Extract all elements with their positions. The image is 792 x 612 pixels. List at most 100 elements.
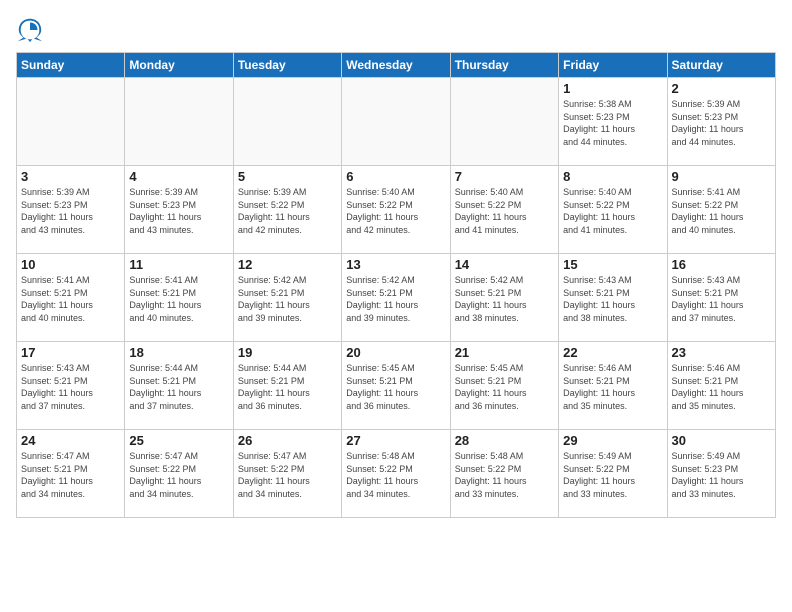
calendar-cell: 5 Sunrise: 5:39 AM Sunset: 5:22 PM Daylig… bbox=[233, 166, 341, 254]
weekday-header-friday: Friday bbox=[559, 53, 667, 78]
calendar-cell: 18Sunrise: 5:44 AM Sunset: 5:21 PM Dayli… bbox=[125, 342, 233, 430]
day-number: 26 bbox=[238, 433, 337, 448]
day-number: 10 bbox=[21, 257, 120, 272]
week-row-3: 10 Sunrise: 5:41 AM Sunset: 5:21 PM Dayli… bbox=[17, 254, 776, 342]
day-info: Sunrise: 5:47 AM Sunset: 5:22 PM Dayligh… bbox=[238, 450, 337, 500]
calendar-cell: 27 Sunrise: 5:48 AM Sunset: 5:22 PM Dayli… bbox=[342, 430, 450, 518]
weekday-header-thursday: Thursday bbox=[450, 53, 558, 78]
day-info: Sunrise: 5:40 AM Sunset: 5:22 PM Dayligh… bbox=[346, 186, 445, 236]
calendar-cell: 9 Sunrise: 5:41 AM Sunset: 5:22 PM Daylig… bbox=[667, 166, 775, 254]
day-info: Sunrise: 5:48 AM Sunset: 5:22 PM Dayligh… bbox=[346, 450, 445, 500]
day-number: 12 bbox=[238, 257, 337, 272]
day-number: 27 bbox=[346, 433, 445, 448]
day-info: Sunrise: 5:39 AM Sunset: 5:23 PM Dayligh… bbox=[672, 98, 771, 148]
day-info: Sunrise: 5:42 AM Sunset: 5:21 PM Dayligh… bbox=[455, 274, 554, 324]
day-info: Sunrise: 5:45 AM Sunset: 5:21 PM Dayligh… bbox=[455, 362, 554, 412]
day-info: Sunrise: 5:40 AM Sunset: 5:22 PM Dayligh… bbox=[455, 186, 554, 236]
day-number: 17 bbox=[21, 345, 120, 360]
day-info: Sunrise: 5:41 AM Sunset: 5:22 PM Dayligh… bbox=[672, 186, 771, 236]
calendar-cell: 26 Sunrise: 5:47 AM Sunset: 5:22 PM Dayli… bbox=[233, 430, 341, 518]
logo bbox=[16, 16, 48, 44]
day-info: Sunrise: 5:45 AM Sunset: 5:21 PM Dayligh… bbox=[346, 362, 445, 412]
day-info: Sunrise: 5:42 AM Sunset: 5:21 PM Dayligh… bbox=[238, 274, 337, 324]
weekday-header-wednesday: Wednesday bbox=[342, 53, 450, 78]
day-info: Sunrise: 5:42 AM Sunset: 5:21 PM Dayligh… bbox=[346, 274, 445, 324]
calendar-cell: 21 Sunrise: 5:45 AM Sunset: 5:21 PM Dayli… bbox=[450, 342, 558, 430]
calendar-cell: 30 Sunrise: 5:49 AM Sunset: 5:23 PM Dayli… bbox=[667, 430, 775, 518]
calendar-cell: 22Sunrise: 5:46 AM Sunset: 5:21 PM Dayli… bbox=[559, 342, 667, 430]
page-container: SundayMondayTuesdayWednesdayThursdayFrid… bbox=[0, 0, 792, 526]
day-number: 3 bbox=[21, 169, 120, 184]
calendar-cell: 12 Sunrise: 5:42 AM Sunset: 5:21 PM Dayli… bbox=[233, 254, 341, 342]
day-info: Sunrise: 5:40 AM Sunset: 5:22 PM Dayligh… bbox=[563, 186, 662, 236]
calendar-cell: 6 Sunrise: 5:40 AM Sunset: 5:22 PM Daylig… bbox=[342, 166, 450, 254]
week-row-4: 17 Sunrise: 5:43 AM Sunset: 5:21 PM Dayli… bbox=[17, 342, 776, 430]
day-info: Sunrise: 5:39 AM Sunset: 5:22 PM Dayligh… bbox=[238, 186, 337, 236]
day-number: 18 bbox=[129, 345, 228, 360]
day-number: 1 bbox=[563, 81, 662, 96]
calendar-cell: 4 Sunrise: 5:39 AM Sunset: 5:23 PM Daylig… bbox=[125, 166, 233, 254]
day-number: 5 bbox=[238, 169, 337, 184]
calendar-cell: 2 Sunrise: 5:39 AM Sunset: 5:23 PM Daylig… bbox=[667, 78, 775, 166]
day-number: 24 bbox=[21, 433, 120, 448]
calendar-cell bbox=[450, 78, 558, 166]
day-info: Sunrise: 5:47 AM Sunset: 5:21 PM Dayligh… bbox=[21, 450, 120, 500]
day-info: Sunrise: 5:46 AM Sunset: 5:21 PM Dayligh… bbox=[672, 362, 771, 412]
calendar-cell: 3 Sunrise: 5:39 AM Sunset: 5:23 PM Daylig… bbox=[17, 166, 125, 254]
calendar-cell: 20 Sunrise: 5:45 AM Sunset: 5:21 PM Dayli… bbox=[342, 342, 450, 430]
day-number: 11 bbox=[129, 257, 228, 272]
calendar-table: SundayMondayTuesdayWednesdayThursdayFrid… bbox=[16, 52, 776, 518]
calendar-cell: 19 Sunrise: 5:44 AM Sunset: 5:21 PM Dayli… bbox=[233, 342, 341, 430]
day-number: 22 bbox=[563, 345, 662, 360]
calendar-cell bbox=[17, 78, 125, 166]
day-number: 28 bbox=[455, 433, 554, 448]
header bbox=[16, 16, 776, 44]
day-number: 29 bbox=[563, 433, 662, 448]
day-number: 2 bbox=[672, 81, 771, 96]
day-number: 25 bbox=[129, 433, 228, 448]
day-info: Sunrise: 5:38 AM Sunset: 5:23 PM Dayligh… bbox=[563, 98, 662, 148]
calendar-cell: 23Sunrise: 5:46 AM Sunset: 5:21 PM Dayli… bbox=[667, 342, 775, 430]
day-number: 15 bbox=[563, 257, 662, 272]
day-number: 30 bbox=[672, 433, 771, 448]
day-number: 19 bbox=[238, 345, 337, 360]
day-number: 21 bbox=[455, 345, 554, 360]
day-info: Sunrise: 5:39 AM Sunset: 5:23 PM Dayligh… bbox=[21, 186, 120, 236]
weekday-header-row: SundayMondayTuesdayWednesdayThursdayFrid… bbox=[17, 53, 776, 78]
calendar-cell: 7Sunrise: 5:40 AM Sunset: 5:22 PM Daylig… bbox=[450, 166, 558, 254]
weekday-header-tuesday: Tuesday bbox=[233, 53, 341, 78]
calendar-cell: 14Sunrise: 5:42 AM Sunset: 5:21 PM Dayli… bbox=[450, 254, 558, 342]
calendar-cell: 10 Sunrise: 5:41 AM Sunset: 5:21 PM Dayli… bbox=[17, 254, 125, 342]
day-info: Sunrise: 5:41 AM Sunset: 5:21 PM Dayligh… bbox=[21, 274, 120, 324]
calendar-cell: 29Sunrise: 5:49 AM Sunset: 5:22 PM Dayli… bbox=[559, 430, 667, 518]
day-info: Sunrise: 5:49 AM Sunset: 5:23 PM Dayligh… bbox=[672, 450, 771, 500]
day-number: 9 bbox=[672, 169, 771, 184]
calendar-cell: 28Sunrise: 5:48 AM Sunset: 5:22 PM Dayli… bbox=[450, 430, 558, 518]
day-info: Sunrise: 5:43 AM Sunset: 5:21 PM Dayligh… bbox=[563, 274, 662, 324]
week-row-1: 1 Sunrise: 5:38 AM Sunset: 5:23 PM Daylig… bbox=[17, 78, 776, 166]
week-row-2: 3 Sunrise: 5:39 AM Sunset: 5:23 PM Daylig… bbox=[17, 166, 776, 254]
day-info: Sunrise: 5:41 AM Sunset: 5:21 PM Dayligh… bbox=[129, 274, 228, 324]
calendar-cell: 13 Sunrise: 5:42 AM Sunset: 5:21 PM Dayli… bbox=[342, 254, 450, 342]
day-info: Sunrise: 5:47 AM Sunset: 5:22 PM Dayligh… bbox=[129, 450, 228, 500]
weekday-header-sunday: Sunday bbox=[17, 53, 125, 78]
calendar-cell: 1 Sunrise: 5:38 AM Sunset: 5:23 PM Daylig… bbox=[559, 78, 667, 166]
day-number: 8 bbox=[563, 169, 662, 184]
calendar-cell bbox=[233, 78, 341, 166]
day-number: 16 bbox=[672, 257, 771, 272]
day-number: 20 bbox=[346, 345, 445, 360]
week-row-5: 24 Sunrise: 5:47 AM Sunset: 5:21 PM Dayli… bbox=[17, 430, 776, 518]
calendar-cell bbox=[125, 78, 233, 166]
day-number: 4 bbox=[129, 169, 228, 184]
day-number: 6 bbox=[346, 169, 445, 184]
day-info: Sunrise: 5:39 AM Sunset: 5:23 PM Dayligh… bbox=[129, 186, 228, 236]
calendar-cell: 24 Sunrise: 5:47 AM Sunset: 5:21 PM Dayli… bbox=[17, 430, 125, 518]
day-number: 13 bbox=[346, 257, 445, 272]
weekday-header-saturday: Saturday bbox=[667, 53, 775, 78]
calendar-cell bbox=[342, 78, 450, 166]
day-info: Sunrise: 5:43 AM Sunset: 5:21 PM Dayligh… bbox=[21, 362, 120, 412]
day-info: Sunrise: 5:44 AM Sunset: 5:21 PM Dayligh… bbox=[238, 362, 337, 412]
calendar-cell: 11 Sunrise: 5:41 AM Sunset: 5:21 PM Dayli… bbox=[125, 254, 233, 342]
calendar-cell: 8 Sunrise: 5:40 AM Sunset: 5:22 PM Daylig… bbox=[559, 166, 667, 254]
weekday-header-monday: Monday bbox=[125, 53, 233, 78]
